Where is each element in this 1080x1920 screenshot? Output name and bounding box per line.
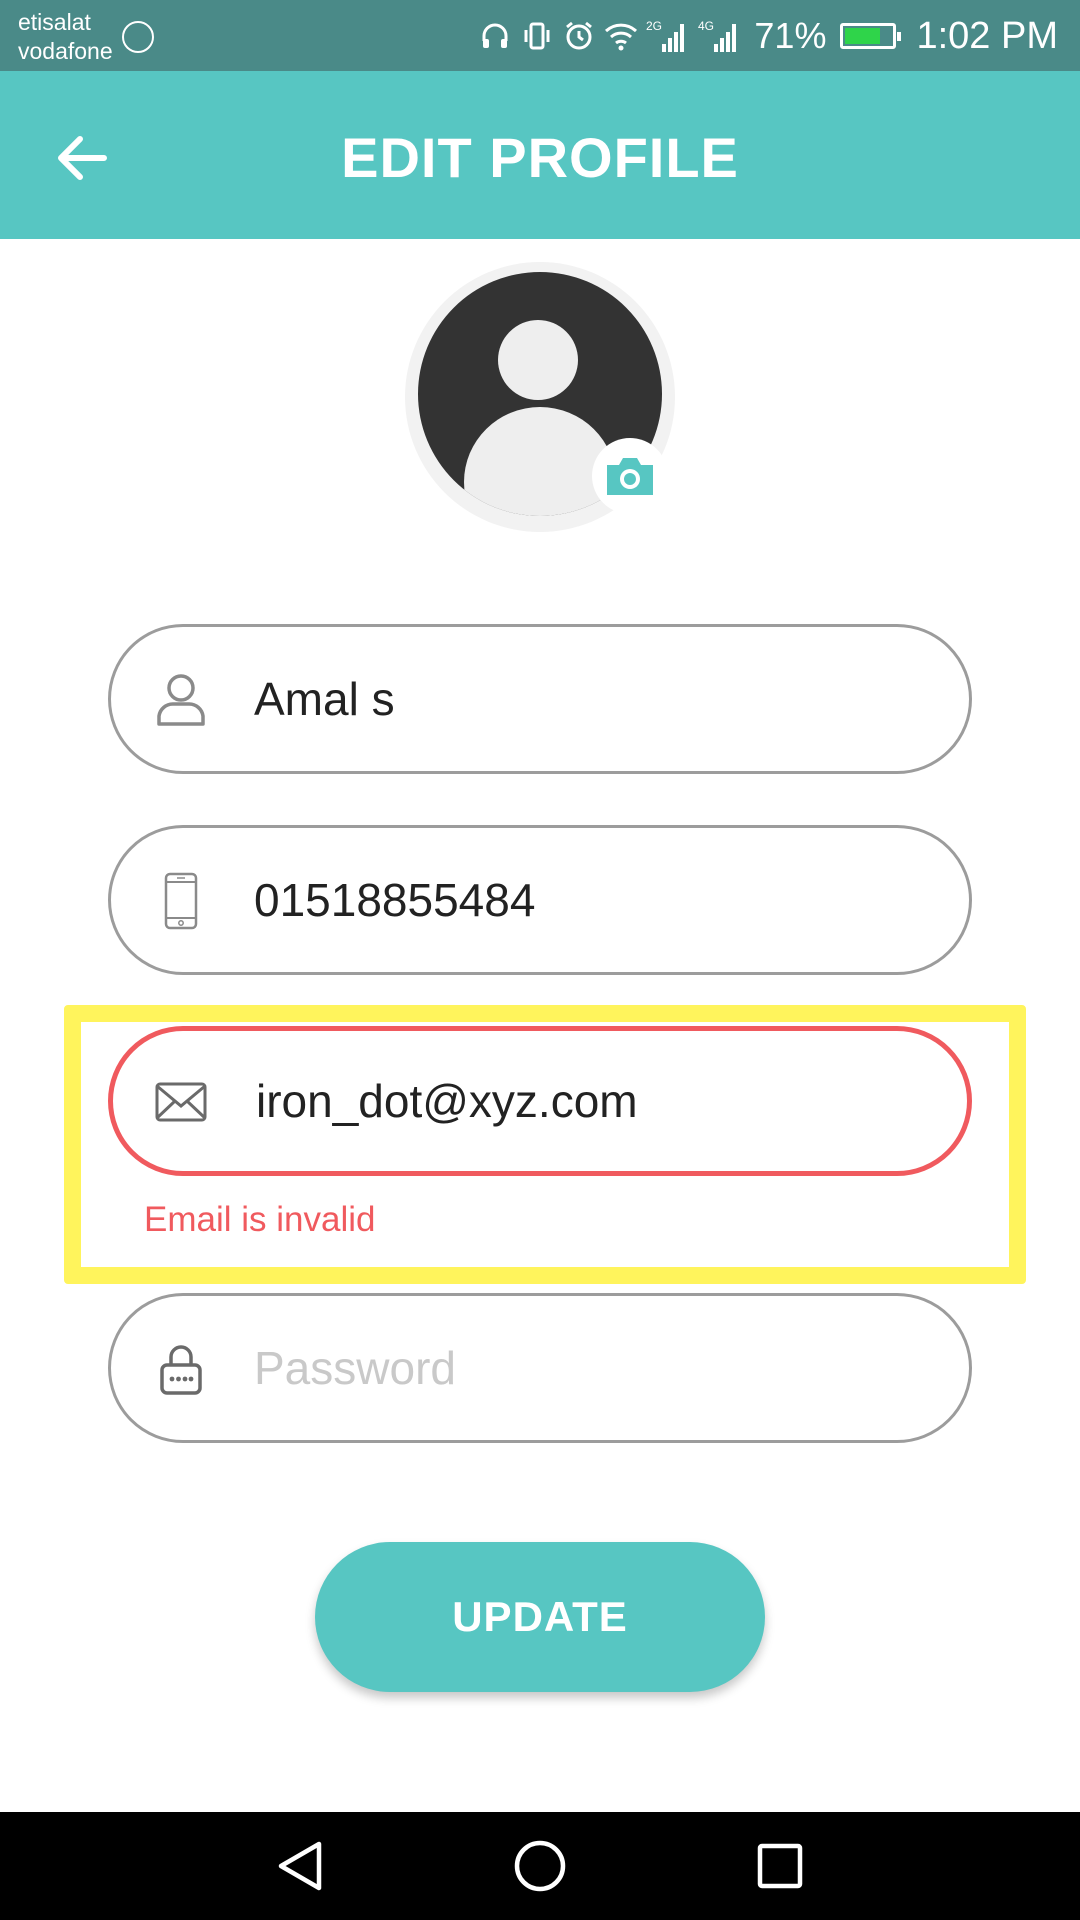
update-button[interactable]: UPDATE	[315, 1542, 765, 1692]
nav-home-button[interactable]	[508, 1834, 572, 1898]
change-photo-button[interactable]	[592, 438, 668, 514]
phone-icon	[153, 872, 209, 930]
app-bar: EDIT PROFILE	[0, 71, 1080, 239]
wifi-icon	[604, 19, 638, 53]
audio-indicator-icon	[122, 21, 154, 53]
email-error-message: Email is invalid	[144, 1200, 376, 1239]
name-field[interactable]: Amal s	[108, 624, 972, 774]
nav-back-button[interactable]	[268, 1834, 332, 1898]
square-recents-icon	[757, 1843, 803, 1889]
clock: 1:02 PM	[916, 14, 1058, 57]
envelope-icon	[153, 1074, 209, 1130]
phone-input: 01518855484	[254, 874, 536, 926]
network-1-label: 2G	[646, 19, 662, 33]
system-nav-bar	[0, 1812, 1080, 1920]
carrier-1: etisalat	[18, 9, 91, 35]
signal-2g-icon: 2G	[646, 19, 690, 53]
signal-4g-icon: 4G	[698, 19, 742, 53]
network-2-label: 4G	[698, 19, 714, 33]
headphones-icon	[478, 19, 512, 53]
vibrate-icon	[520, 19, 554, 53]
nav-recents-button[interactable]	[748, 1834, 812, 1898]
triangle-back-icon	[278, 1841, 322, 1891]
status-icons: 2G 4G 71% 1:02 PM	[478, 12, 1058, 60]
battery-percent: 71%	[754, 15, 827, 56]
phone-field[interactable]: 01518855484	[108, 825, 972, 975]
name-input: Amal s	[254, 673, 395, 725]
person-icon	[153, 672, 209, 728]
status-bar: etisalat vodafone 2G 4G 71% 1:02 PM	[0, 0, 1080, 71]
carrier-2: vodafone	[18, 38, 113, 64]
password-input: Password	[254, 1342, 456, 1394]
lock-icon	[153, 1341, 209, 1397]
email-field[interactable]: iron_dot@xyz.com	[108, 1026, 972, 1176]
camera-icon	[607, 458, 653, 495]
password-field[interactable]: Password	[108, 1293, 972, 1443]
circle-home-icon	[514, 1840, 566, 1892]
battery-icon	[840, 23, 902, 49]
carrier-info: etisalat vodafone	[18, 8, 113, 66]
alarm-icon	[562, 19, 596, 53]
page-title: EDIT PROFILE	[341, 126, 739, 189]
email-input: iron_dot@xyz.com	[256, 1075, 638, 1127]
